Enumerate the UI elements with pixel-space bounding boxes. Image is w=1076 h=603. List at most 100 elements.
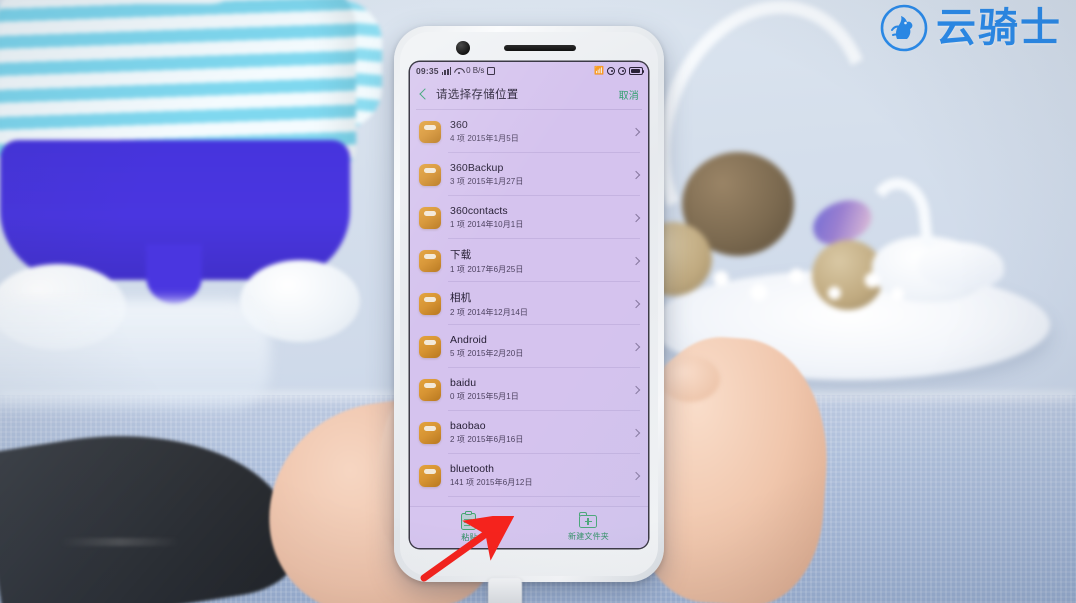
doll-pants-crotch bbox=[146, 244, 202, 304]
folder-icon bbox=[419, 378, 441, 401]
folder-meta: 2 项 2014年12月14日 bbox=[450, 307, 623, 318]
folder-date: 2015年6月16日 bbox=[467, 435, 524, 444]
folder-icon bbox=[419, 249, 441, 272]
folder-date: 2015年2月20日 bbox=[467, 349, 524, 358]
status-bar-right: 📶 bbox=[594, 66, 645, 75]
folder-count: 3 项 bbox=[450, 177, 465, 186]
folder-meta: 2 项 2015年6月16日 bbox=[450, 434, 623, 445]
folder-meta: 1 项 2014年10月1日 bbox=[450, 219, 623, 230]
folder-icon bbox=[419, 292, 441, 315]
back-chevron-icon[interactable] bbox=[417, 88, 429, 100]
chevron-right-icon bbox=[632, 256, 640, 266]
folder-name: 360contacts bbox=[450, 205, 508, 217]
signal-bars-icon bbox=[441, 67, 452, 75]
folder-count: 2 项 bbox=[450, 435, 465, 444]
folder-meta: 0 项 2015年5月1日 bbox=[450, 391, 623, 402]
folder-list[interactable]: 360 4 项 2015年1月5日 360Backup 3 项 2015年1月2… bbox=[410, 110, 648, 506]
folder-name: baobao bbox=[450, 420, 486, 432]
chevron-right-icon bbox=[632, 127, 640, 137]
status-time: 09:35 bbox=[416, 65, 439, 76]
folder-count: 2 项 bbox=[450, 307, 465, 317]
folder-count: 1 项 bbox=[450, 220, 465, 229]
folder-icon bbox=[419, 206, 441, 229]
list-item[interactable]: baidu 0 项 2015年5月1日 bbox=[410, 368, 648, 411]
list-item[interactable]: 360 4 项 2015年1月5日 bbox=[410, 110, 648, 153]
swan-neck bbox=[864, 174, 934, 260]
folder-date: 2017年6月25日 bbox=[467, 264, 524, 274]
folder-icon bbox=[419, 464, 441, 487]
folder-meta: 4 项 2015年1月5日 bbox=[450, 133, 623, 144]
cancel-button[interactable]: 取消 bbox=[619, 87, 639, 102]
folder-count: 1 项 bbox=[450, 264, 465, 274]
chevron-right-icon bbox=[632, 342, 640, 352]
folder-meta: 1 项 2017年6月25日 bbox=[450, 264, 623, 275]
brand-name: 云骑士 bbox=[936, 5, 1062, 51]
folder-date: 2015年5月1日 bbox=[467, 392, 519, 401]
folder-count: 0 项 bbox=[450, 392, 465, 401]
folder-date: 2014年10月1日 bbox=[467, 220, 524, 229]
folder-date: 2015年1月5日 bbox=[467, 134, 519, 143]
new-folder-icon bbox=[579, 512, 598, 529]
chevron-right-icon bbox=[632, 299, 640, 309]
folder-name: 360Backup bbox=[450, 162, 504, 174]
white-confetti bbox=[700, 260, 910, 306]
new-folder-button[interactable]: 新建文件夹 bbox=[550, 512, 628, 542]
list-item-text: 相机 2 项 2014年12月14日 bbox=[450, 290, 623, 318]
wifi-icon bbox=[454, 67, 463, 75]
clock-icon bbox=[618, 66, 626, 75]
chevron-right-icon bbox=[632, 170, 640, 180]
folder-meta: 141 项 2015年6月12日 bbox=[450, 477, 623, 488]
list-item-text: 360 4 项 2015年1月5日 bbox=[450, 119, 623, 144]
chevron-right-icon bbox=[632, 471, 640, 481]
folder-icon bbox=[419, 163, 441, 186]
folder-name: 下载 bbox=[450, 248, 472, 261]
list-item[interactable]: 下载 1 项 2017年6月25日 bbox=[410, 239, 648, 282]
knight-emblem-icon bbox=[880, 4, 928, 52]
brand-logo: 云骑士 bbox=[880, 4, 1062, 52]
chevron-right-icon bbox=[632, 385, 640, 395]
folder-name: bluetooth bbox=[450, 463, 495, 475]
folder-date: 2015年6月12日 bbox=[476, 478, 533, 487]
right-hand-fingertip bbox=[660, 356, 720, 402]
new-folder-button-label: 新建文件夹 bbox=[568, 531, 609, 541]
list-item-text: bluetooth 141 项 2015年6月12日 bbox=[450, 463, 623, 488]
chevron-right-icon bbox=[632, 213, 640, 223]
list-item[interactable]: 360contacts 1 项 2014年10月1日 bbox=[410, 196, 648, 239]
vibrate-icon: 📶 bbox=[594, 66, 604, 75]
earpiece-speaker bbox=[504, 45, 576, 51]
data-transfer-icon bbox=[487, 66, 496, 75]
status-bar-left: 09:35 0 B/s bbox=[416, 65, 496, 76]
folder-meta: 3 项 2015年1月27日 bbox=[450, 176, 623, 187]
folder-count: 5 项 bbox=[450, 349, 465, 358]
phone-screen: 09:35 0 B/s 📶 请选择存储位置 取消 360 4 项 2015年1月… bbox=[410, 62, 648, 548]
chevron-right-icon bbox=[632, 428, 640, 438]
file-manager-app: 09:35 0 B/s 📶 请选择存储位置 取消 360 4 项 2015年1月… bbox=[410, 62, 648, 548]
folder-meta: 5 项 2015年2月20日 bbox=[450, 348, 623, 359]
folder-name: Android bbox=[450, 334, 487, 346]
list-item[interactable]: bluetooth 141 项 2015年6月12日 bbox=[410, 454, 648, 497]
list-item[interactable]: cmsbrw bbox=[410, 497, 648, 506]
folder-name: baidu bbox=[450, 377, 477, 389]
folder-name: 360 bbox=[450, 119, 468, 131]
list-item[interactable]: 相机 2 项 2014年12月14日 bbox=[410, 282, 648, 325]
folder-name: 相机 bbox=[450, 291, 472, 304]
white-sheet bbox=[0, 300, 270, 410]
folder-icon bbox=[419, 421, 441, 444]
list-item[interactable]: baobao 2 项 2015年6月16日 bbox=[410, 411, 648, 454]
folder-date: 2015年1月27日 bbox=[467, 177, 524, 186]
alarm-icon bbox=[607, 66, 615, 75]
phone-chin-scuff bbox=[60, 538, 180, 546]
page-title: 请选择存储位置 bbox=[436, 89, 519, 101]
phone-device: 09:35 0 B/s 📶 请选择存储位置 取消 360 4 项 2015年1月… bbox=[394, 26, 664, 582]
list-item[interactable]: 360Backup 3 项 2015年1月27日 bbox=[410, 153, 648, 196]
folder-date: 2014年12月14日 bbox=[467, 307, 529, 317]
list-item[interactable]: Android 5 项 2015年2月20日 bbox=[410, 325, 648, 368]
folder-icon bbox=[419, 120, 441, 143]
annotation-arrow bbox=[420, 516, 514, 582]
app-header: 请选择存储位置 取消 bbox=[410, 79, 648, 109]
list-item-text: 360Backup 3 项 2015年1月27日 bbox=[450, 162, 623, 187]
list-item-text: Android 5 项 2015年2月20日 bbox=[450, 334, 623, 359]
status-bar: 09:35 0 B/s 📶 bbox=[410, 62, 648, 79]
phone-top-hardware bbox=[394, 36, 664, 62]
arrow-shaft bbox=[420, 516, 514, 582]
